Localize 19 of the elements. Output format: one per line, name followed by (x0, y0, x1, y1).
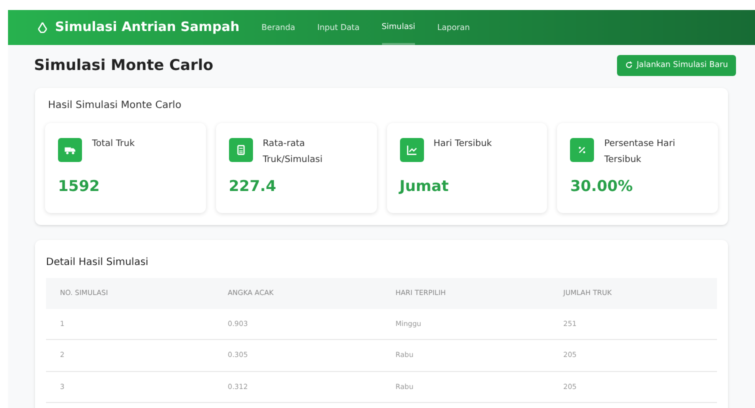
nav-link[interactable]: Beranda (262, 10, 296, 45)
line-chart-icon (404, 143, 418, 157)
run-simulation-button[interactable]: Jalankan Simulasi Baru (616, 54, 736, 76)
nav-link[interactable]: Input Data (317, 10, 360, 45)
nav-link[interactable]: Simulasi (382, 10, 416, 45)
stat-value: 227.4 (228, 176, 278, 197)
stat-label: Hari Tersibuk (434, 138, 492, 151)
section-title: Detail Hasil Simulasi (46, 256, 150, 270)
stat-label: Total Truk (92, 138, 135, 151)
refresh-icon (624, 61, 633, 69)
stat-value: Jumat (400, 176, 450, 197)
section-title: Hasil Simulasi Monte Carlo (47, 99, 182, 113)
page-title: Simulasi Monte Carlo (34, 54, 214, 76)
stat-value: 30.00% (570, 176, 634, 197)
stat-label: Rata-rata Truk/Simulasi (262, 138, 324, 167)
stat-label: Persentase Hari Tersibuk (604, 138, 676, 167)
brand-title[interactable]: Simulasi Antrian Sampah (55, 18, 240, 38)
stat-value: 1592 (58, 176, 101, 197)
nav-link[interactable]: Laporan (437, 10, 470, 45)
